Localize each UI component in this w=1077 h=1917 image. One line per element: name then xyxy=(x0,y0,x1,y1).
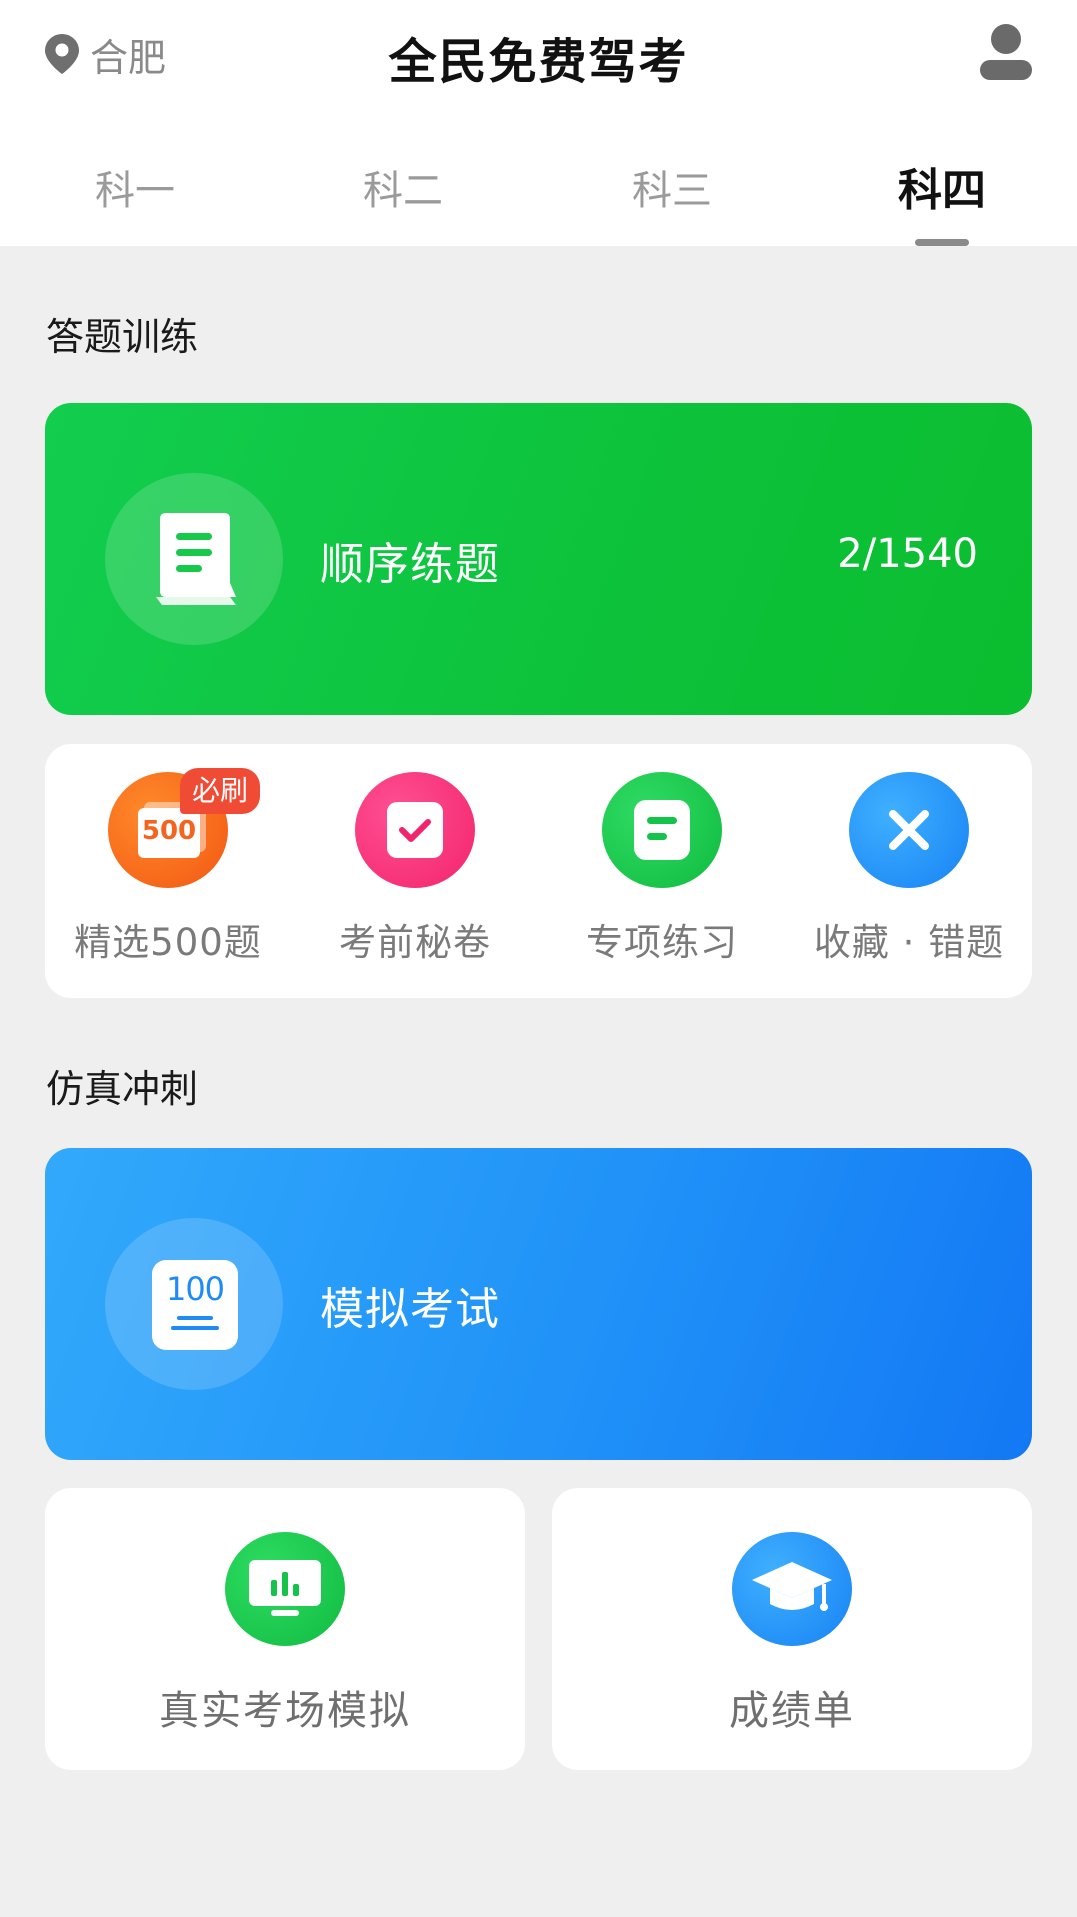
special-practice-button[interactable]: 专项练习 xyxy=(539,772,785,982)
close-icon xyxy=(849,772,969,888)
selected-500-label: 精选500题 xyxy=(74,921,262,964)
book-icon xyxy=(105,473,283,645)
quick-actions-card: 500 必刷 精选500题 考前秘卷 专项练习 收藏 · 错题 xyxy=(45,744,1032,998)
pre-exam-paper-label: 考前秘卷 xyxy=(339,921,491,964)
special-practice-label: 专项练习 xyxy=(586,921,738,964)
checkbox-icon xyxy=(355,772,475,888)
favorites-mistakes-label: 收藏 · 错题 xyxy=(813,921,1005,964)
500-icon-text: 500 xyxy=(141,816,197,846)
score-report-card[interactable]: 成绩单 xyxy=(552,1488,1032,1770)
app-title: 全民免费驾考 xyxy=(388,34,689,90)
pre-exam-paper-button[interactable]: 考前秘卷 xyxy=(292,772,538,982)
score-report-label: 成绩单 xyxy=(729,1688,855,1734)
practice-section-title: 答题训练 xyxy=(46,315,199,359)
tab-subject-3[interactable]: 科三 xyxy=(572,158,772,216)
user-profile-icon[interactable] xyxy=(978,22,1034,80)
tab-subject-1[interactable]: 科一 xyxy=(35,158,235,216)
score-100-icon: 100 xyxy=(105,1218,283,1390)
sequential-practice-banner[interactable]: 顺序练题 2/1540 xyxy=(45,403,1032,715)
tab-subject-4[interactable]: 科四 xyxy=(842,154,1042,218)
real-exam-simulation-card[interactable]: 真实考场模拟 xyxy=(45,1488,525,1770)
selected-500-button[interactable]: 500 必刷 精选500题 xyxy=(45,768,291,982)
favorites-mistakes-button[interactable]: 收藏 · 错题 xyxy=(786,772,1032,982)
top-bar: 合肥 全民免费驾考 科一 科二 科三 科四 xyxy=(0,0,1077,246)
document-icon xyxy=(602,772,722,888)
tab-subject-2[interactable]: 科二 xyxy=(303,158,503,216)
sprint-section-title: 仿真冲刺 xyxy=(46,1067,199,1111)
graduation-cap-icon xyxy=(732,1532,852,1646)
score-100-icon-text: 100 xyxy=(165,1270,225,1308)
mock-exam-label: 模拟考试 xyxy=(320,1284,500,1335)
active-tab-indicator xyxy=(915,239,969,246)
sequential-practice-label: 顺序练题 xyxy=(320,539,500,590)
must-do-badge: 必刷 xyxy=(180,768,261,814)
real-exam-simulation-label: 真实考场模拟 xyxy=(159,1688,411,1734)
mock-exam-banner[interactable]: 100 模拟考试 xyxy=(45,1148,1032,1460)
practice-progress-count: 2/1540 xyxy=(837,531,978,577)
subject-tabs: 科一 科二 科三 科四 xyxy=(0,150,1077,246)
monitor-chart-icon xyxy=(225,1532,345,1646)
